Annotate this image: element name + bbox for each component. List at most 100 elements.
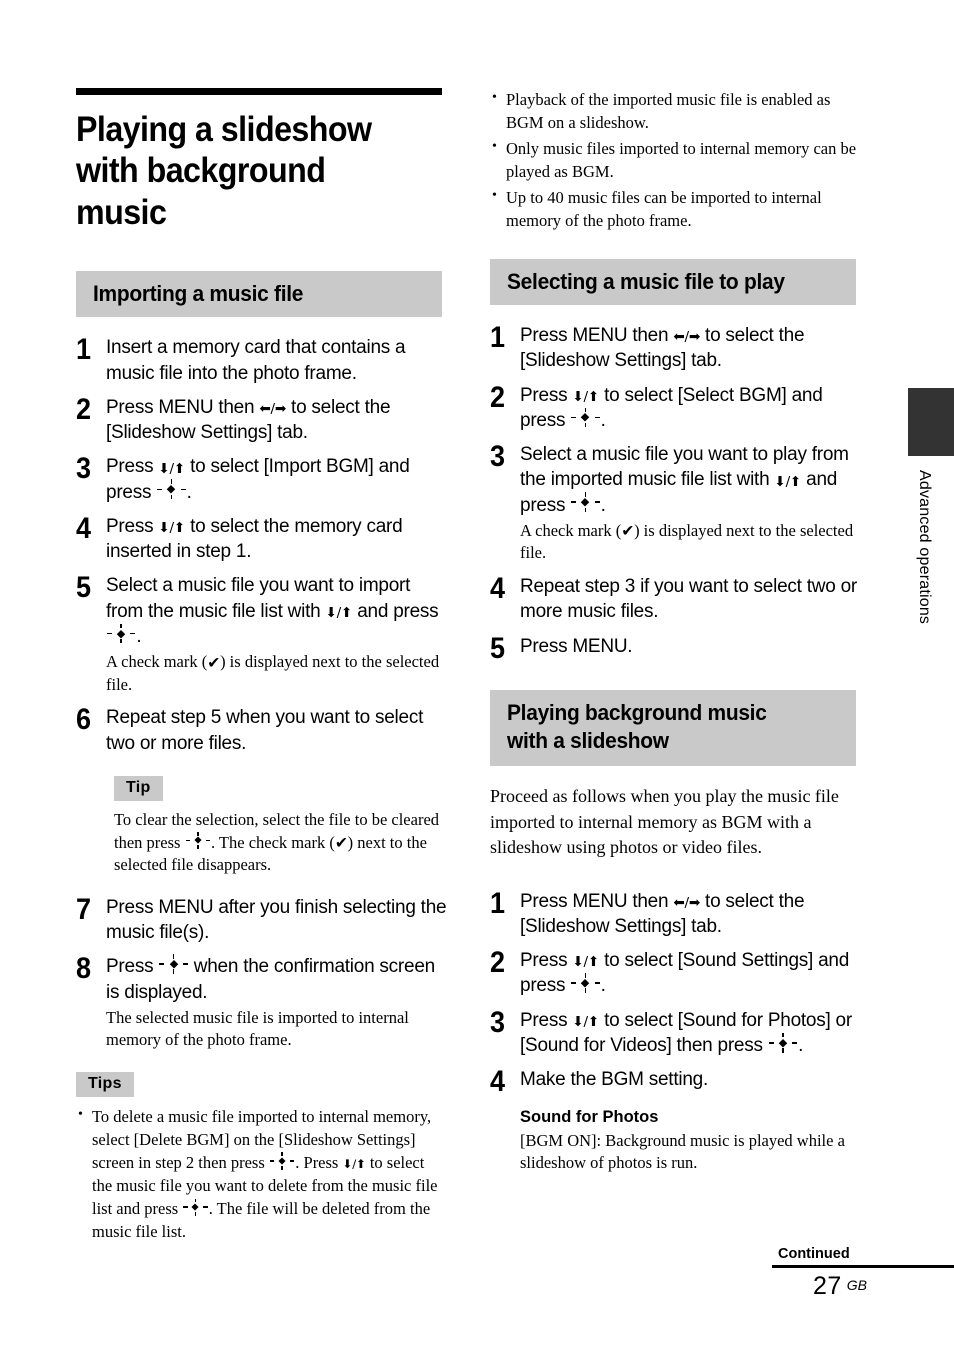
manual-page: Playing a slideshow with background musi… (0, 0, 954, 1352)
title-rule (76, 88, 442, 95)
chapter-side-label: Advanced operations (916, 470, 933, 625)
numbered-step: 2 Press ⬇/⬆ to select [Sound Settings] an… (490, 948, 862, 999)
step-instruction: Repeat step 5 when you want to select tw… (106, 707, 424, 754)
step-number: 1 (76, 333, 92, 367)
step-number: 4 (76, 511, 92, 545)
step-number: 3 (490, 440, 506, 474)
step-body: Press MENU then ⬅/➡ to select the [Slide… (520, 323, 862, 374)
footer-region-code: GB (846, 1277, 868, 1293)
numbered-step: 2 Press ⬇/⬆ to select [Select BGM] and pr… (490, 380, 862, 434)
step-number: 4 (490, 572, 506, 606)
section-heading-playing: Playing background music with a slidesho… (490, 690, 856, 767)
check-mark-icon: ✔ (621, 521, 635, 541)
step-body: Press ⬇/⬆ to select [Sound for Photos] o… (520, 1008, 862, 1059)
step-subheading: Sound for Photos (520, 1107, 659, 1126)
step-instruction: Make the BGM setting. (520, 1069, 708, 1091)
chapter-thumb-tab (908, 388, 954, 456)
left-right-arrows-icon: ⬅/➡ (259, 401, 287, 418)
right-top-bullets: Playback of the imported music file is e… (490, 88, 862, 233)
step-number: 5 (76, 571, 92, 605)
step-body: Press MENU then ⬅/➡ to select the [Slide… (520, 889, 862, 940)
section-heading-importing: Importing a music file (76, 270, 442, 318)
right-playing-steps: 1 Press MENU then ⬅/➡ to select the [Slid… (490, 888, 862, 1175)
down-up-arrows-icon: ⬇/⬆ (158, 520, 186, 537)
step-body: Select a music file you want to play fro… (520, 442, 862, 565)
numbered-step: 1 Insert a memory card that contains a mu… (76, 335, 448, 386)
step-body: Press ⬇/⬆ to select the memory card inse… (106, 514, 448, 565)
enter-button-icon (159, 954, 188, 974)
step-number: 2 (490, 946, 506, 980)
numbered-step: 8 Press when the confirmation screen is d… (76, 954, 448, 1052)
step-number: 4 (490, 1065, 506, 1099)
down-up-arrows-icon: ⬇/⬆ (158, 460, 186, 477)
step-body: Press ⬇/⬆ to select [Select BGM] and pre… (520, 383, 862, 434)
page-footer: Continued 27 GB (772, 1246, 954, 1301)
step-note: A check mark (✔) is displayed next to th… (106, 652, 440, 694)
left-steps-list: 1 Insert a memory card that contains a mu… (76, 335, 448, 756)
enter-button-icon (185, 831, 210, 849)
step-number: 3 (76, 452, 92, 486)
step-instruction: Press ⬇/⬆ to select the memory card inse… (106, 515, 403, 563)
enter-button-icon (107, 623, 136, 644)
numbered-step: 1 Press MENU then ⬅/➡ to select the [Slid… (490, 888, 862, 940)
check-mark-icon: ✔ (207, 652, 221, 672)
tips-box-label: Tips (76, 1072, 134, 1097)
step-number: 2 (490, 380, 506, 414)
step-number: 8 (76, 952, 92, 986)
tip-box-text: To clear the selection, select the file … (114, 809, 440, 875)
bullet-item: Playback of the imported music file is e… (490, 88, 862, 134)
section-heading-importing-label: Importing a music file (93, 280, 304, 306)
bullet-item: To delete a music file imported to inter… (76, 1105, 448, 1244)
footer-continued-label: Continued (778, 1246, 850, 1262)
step-instruction: Press MENU then ⬅/➡ to select the [Slide… (520, 890, 805, 937)
step-instruction: Insert a memory card that contains a mus… (106, 337, 406, 384)
down-up-arrows-icon: ⬇/⬆ (325, 604, 353, 621)
numbered-step: 4 Make the BGM setting. Sound for Photos [B… (490, 1067, 862, 1175)
footer-page-number: 27 (812, 1271, 842, 1300)
step-number: 2 (76, 392, 92, 426)
step-body: Press MENU after you finish selecting th… (106, 895, 448, 946)
numbered-step: 5 Press MENU. (490, 633, 862, 663)
left-right-arrows-icon: ⬅/➡ (673, 329, 701, 346)
step-instruction: Select a music file you want to import f… (106, 575, 439, 647)
left-right-arrows-icon: ⬅/➡ (673, 894, 701, 911)
step-number: 6 (76, 703, 92, 737)
step-instruction: Press ⬇/⬆ to select [Sound Settings] and… (520, 950, 850, 997)
step-instruction: Press ⬇/⬆ to select [Sound for Photos] o… (520, 1009, 852, 1057)
step-body: Press MENU. (520, 634, 862, 659)
tip-box: Tip To clear the selection, select the f… (114, 775, 448, 877)
left-steps-list-tail: 7 Press MENU after you finish selecting t… (76, 892, 448, 1052)
step-note: A check mark (✔) is displayed next to th… (520, 520, 854, 563)
section-heading-selecting-label: Selecting a music file to play (507, 268, 785, 294)
step-instruction: Press MENU. (520, 635, 633, 657)
step-instruction: Press MENU after you finish selecting th… (106, 896, 447, 944)
step-body: Press MENU then ⬅/➡ to select the [Slide… (106, 395, 448, 446)
right-column: Playback of the imported music file is e… (490, 88, 862, 1184)
step-body: Repeat step 3 if you want to select two … (520, 574, 862, 625)
numbered-step: 7 Press MENU after you finish selecting t… (76, 892, 448, 946)
down-up-arrows-icon: ⬇/⬆ (342, 1157, 366, 1172)
enter-button-icon (768, 1032, 798, 1053)
step-body: Press ⬇/⬆ to select [Import BGM] and pre… (106, 454, 448, 505)
step-number: 3 (490, 1005, 506, 1039)
footer-rule (772, 1265, 954, 1268)
step-note: [BGM ON]: Background music is played whi… (520, 1130, 845, 1173)
numbered-step: 3 Press ⬇/⬆ to select [Import BGM] and pr… (76, 454, 448, 505)
step-body: Insert a memory card that contains a mus… (106, 335, 448, 386)
step-instruction: Press ⬇/⬆ to select [Import BGM] and pre… (106, 456, 410, 503)
step-number: 7 (76, 892, 92, 926)
check-mark-icon: ✔ (334, 832, 348, 852)
right-select-steps: 1 Press MENU then ⬅/➡ to select the [Slid… (490, 323, 862, 663)
section-heading-selecting: Selecting a music file to play (490, 258, 856, 305)
step-instruction: Press MENU then ⬅/➡ to select the [Slide… (106, 396, 391, 444)
tips-box-bullets: To delete a music file imported to inter… (76, 1105, 448, 1244)
step-instruction: Press when the confirmation screen is di… (106, 954, 448, 1005)
down-up-arrows-icon: ⬇/⬆ (774, 473, 802, 490)
section-heading-playing-line1: Playing background music (507, 700, 767, 726)
step-instruction: Select a music file you want to play fro… (520, 444, 849, 516)
tips-box: Tips To delete a music file imported to … (76, 1072, 448, 1244)
bullet-item: Up to 40 music files can be imported to … (490, 186, 862, 232)
step-body: Make the BGM setting. Sound for Photos [BG… (520, 1067, 862, 1175)
down-up-arrows-icon: ⬇/⬆ (572, 388, 600, 405)
down-up-arrows-icon: ⬇/⬆ (572, 1014, 600, 1031)
